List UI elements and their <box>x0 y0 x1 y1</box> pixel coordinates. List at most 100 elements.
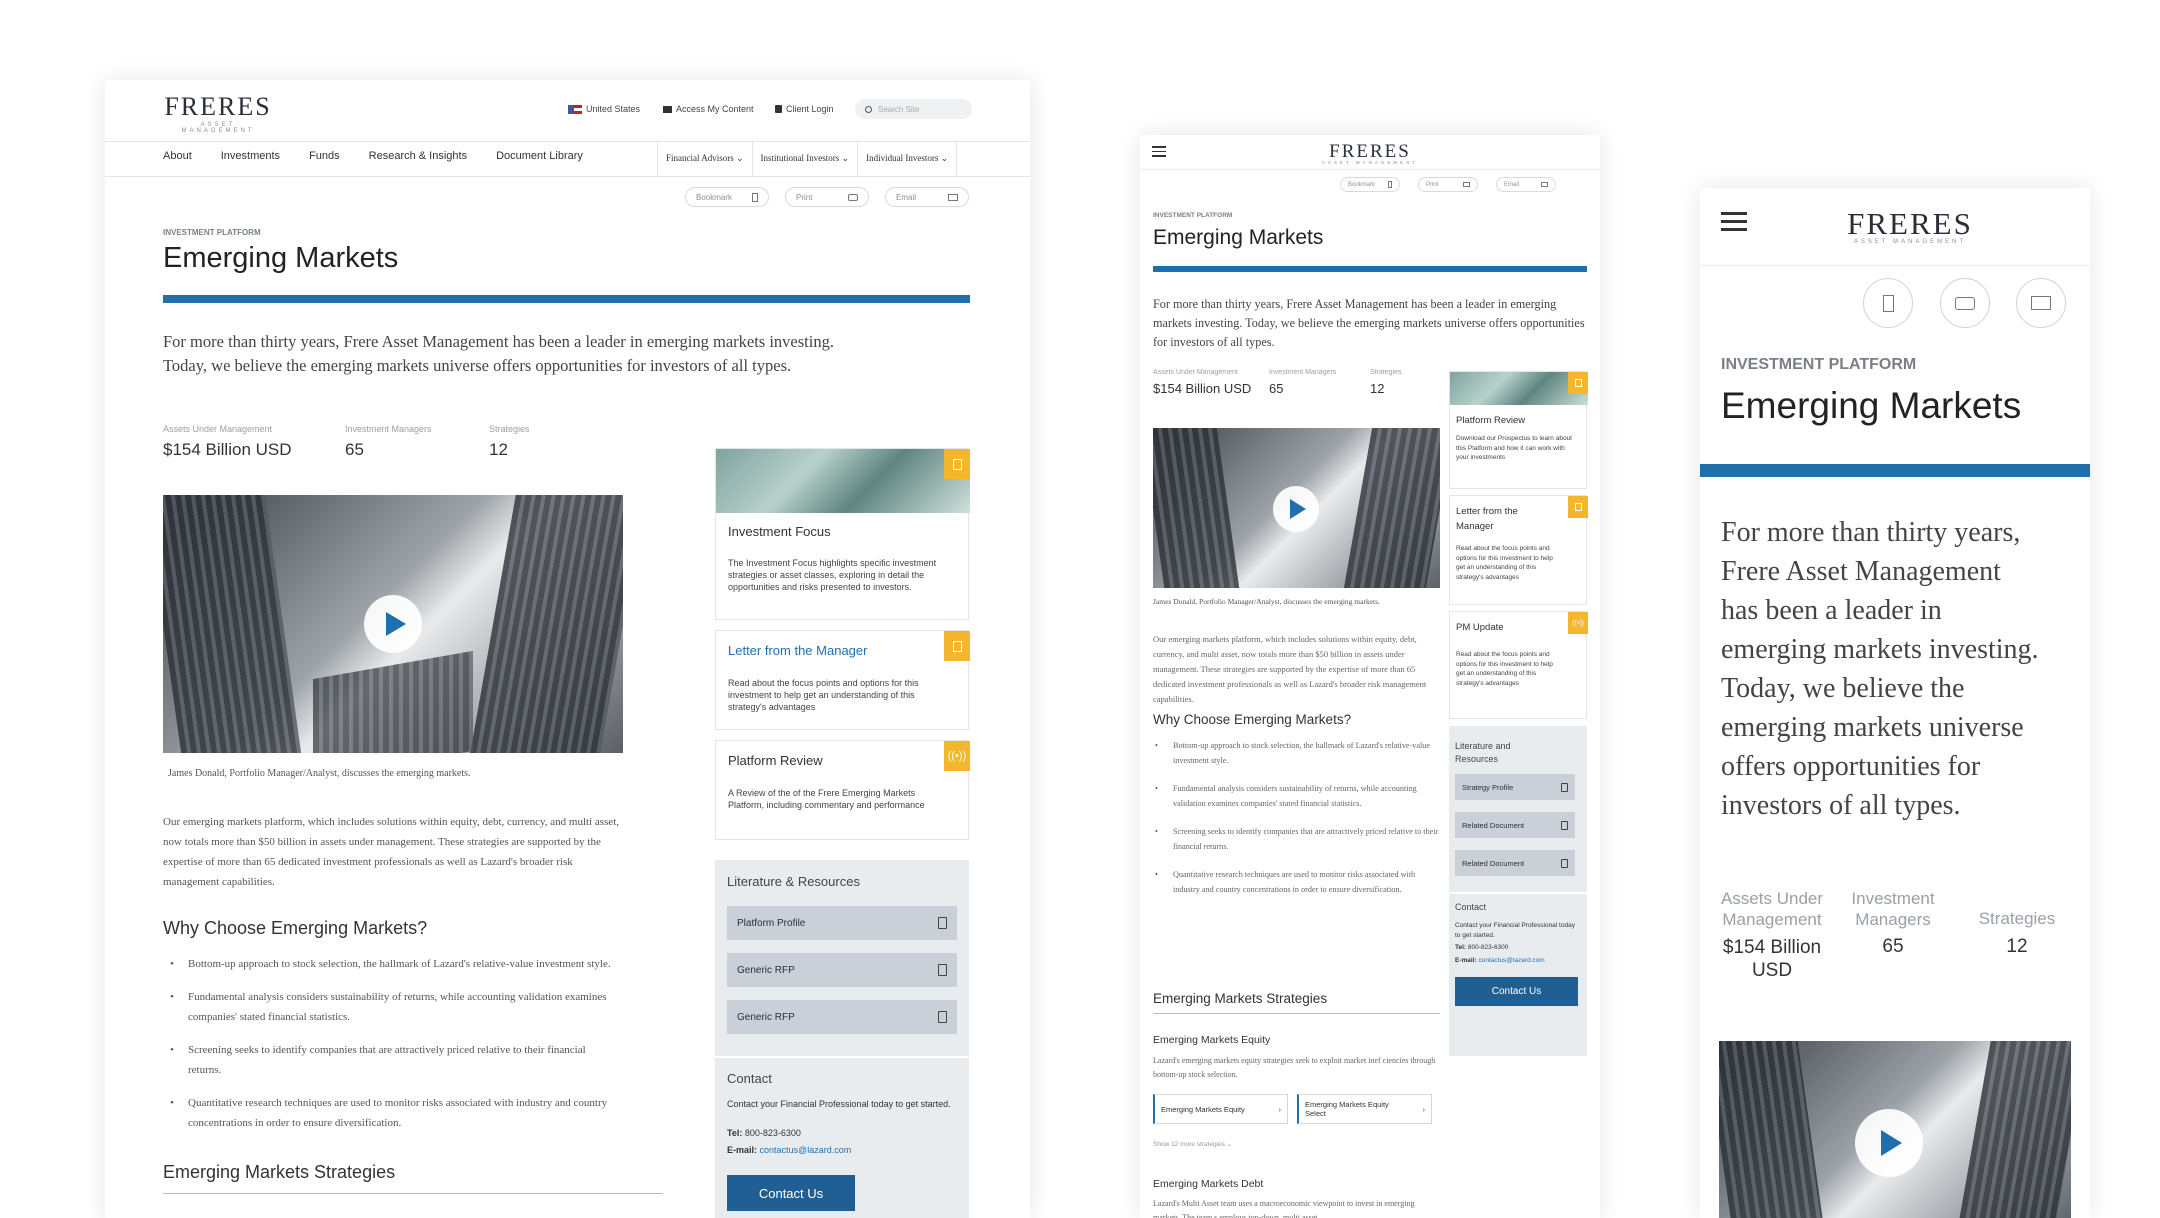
bookmark-icon <box>1388 181 1392 188</box>
audience-individual[interactable]: Individual Investors ⌄ <box>857 142 958 176</box>
strategy-chip[interactable]: Emerging Markets Equity › <box>1153 1094 1288 1124</box>
intro-line: Frere Asset Management <box>1721 556 2001 587</box>
print-button[interactable]: Print <box>785 187 869 207</box>
bookmark-button[interactable]: Bookmark <box>685 187 769 207</box>
lock-icon <box>775 105 782 113</box>
page-intro: For more than thirty years, Frere Asset … <box>163 332 834 375</box>
email-label: Email <box>896 192 917 202</box>
contact-us-button[interactable]: Contact Us <box>727 1175 855 1211</box>
document-icon <box>938 917 947 929</box>
document-icon <box>1574 379 1582 387</box>
card-doc-badge <box>944 449 970 479</box>
contact-heading: Contact <box>1455 902 1487 912</box>
brand-logo[interactable]: FRERES ASSET MANAGEMENT <box>1320 142 1420 166</box>
equity-title[interactable]: Emerging Markets Equity <box>1153 1034 1270 1046</box>
show-more-strategies[interactable]: Show 12 more strategies ⌄ <box>1153 1140 1232 1148</box>
strategies-divider <box>163 1193 663 1194</box>
card-letter-manager[interactable]: Letter from the Manager Read about the f… <box>1449 495 1588 605</box>
audience-institutional[interactable]: Institutional Investors ⌄ <box>751 142 858 176</box>
nav-about[interactable]: About <box>163 150 192 162</box>
menu-icon[interactable] <box>1152 146 1166 157</box>
email-button[interactable] <box>2016 278 2066 328</box>
document-icon <box>1574 503 1582 511</box>
doc-label: Related Document <box>1462 820 1525 830</box>
search-input[interactable]: Search Site <box>855 99 972 119</box>
stat-aum-value: $154 Billion USD <box>1153 381 1252 396</box>
document-icon <box>938 1011 947 1023</box>
utility-country[interactable]: United States <box>568 104 640 114</box>
print-button[interactable]: Print <box>1418 177 1478 192</box>
email-link[interactable]: contactus@lazard.com <box>760 1145 852 1155</box>
email-button[interactable]: Email <box>1496 177 1556 192</box>
card-audio-badge: ((•)) <box>944 741 970 771</box>
chevron-down-icon: ⌄ <box>841 153 850 163</box>
email-button[interactable]: Email <box>885 187 969 207</box>
stat-managers-label: Investment Managers <box>345 424 432 434</box>
intro-line: offers opportunities for <box>1721 751 1981 782</box>
card-text: Read about the focus points and options … <box>1456 545 1553 581</box>
bookmark-button[interactable] <box>1863 278 1913 328</box>
intro-line: Today, we believe the <box>1721 673 1965 704</box>
email-link[interactable]: contactus@lazard.com <box>1478 957 1544 964</box>
email-label: E-mail: <box>727 1145 758 1155</box>
video-player[interactable] <box>1153 428 1440 588</box>
doc-related-document[interactable]: Related Document <box>1455 850 1575 876</box>
doc-related-document[interactable]: Related Document <box>1455 812 1575 838</box>
strategies-heading: Emerging Markets Strategies <box>163 1162 396 1182</box>
play-button[interactable] <box>1855 1109 1923 1177</box>
email-label: Email <box>1504 181 1520 188</box>
page-intro: For more than thirty years, Frere Asset … <box>1153 297 1585 349</box>
stat-managers-value: 65 <box>345 440 364 459</box>
card-title: PM Update <box>1456 622 1504 633</box>
card-letter-manager[interactable]: Letter from the Manager Read about the f… <box>715 630 970 730</box>
card-investment-focus[interactable]: Investment Focus The Investment Focus hi… <box>715 448 970 620</box>
page-kicker: INVESTMENT PLATFORM <box>163 228 261 237</box>
menu-icon[interactable] <box>1721 212 1747 231</box>
utility-login[interactable]: Client Login <box>775 104 834 114</box>
card-platform-review[interactable]: Platform Review Download our Prospectus … <box>1449 371 1588 489</box>
play-button[interactable] <box>364 595 422 653</box>
document-icon <box>952 640 962 652</box>
nav-research[interactable]: Research & Insights <box>369 150 467 162</box>
building-left <box>163 495 302 753</box>
why-bullet: Screening seeks to identify companies th… <box>1155 824 1443 854</box>
country-label: United States <box>586 104 641 114</box>
header-divider <box>1700 265 2090 266</box>
strategy-chip[interactable]: Emerging Markets Equity Select › <box>1297 1094 1432 1124</box>
card-text: Read about the focus points and options … <box>728 678 919 712</box>
video-player[interactable] <box>1719 1041 2071 1218</box>
label-line: Management <box>1722 910 1822 929</box>
nav-funds[interactable]: Funds <box>309 150 340 162</box>
tel-value: 800-823-6300 <box>744 1128 801 1138</box>
contact-us-button[interactable]: Contact Us <box>1455 977 1578 1006</box>
play-button[interactable] <box>1273 486 1319 532</box>
doc-label: Platform Profile <box>737 917 806 929</box>
nav-library[interactable]: Document Library <box>496 150 583 162</box>
nav-investments[interactable]: Investments <box>221 150 280 162</box>
bookmark-button[interactable]: Bookmark <box>1340 177 1400 192</box>
play-icon <box>1881 1130 1902 1156</box>
card-text: Read about the focus points and options … <box>1456 651 1553 687</box>
title-accent-bar <box>1153 266 1587 272</box>
show-more-label: Show 12 more strategies <box>1153 1141 1225 1148</box>
video-player[interactable] <box>163 495 623 753</box>
print-label: Print <box>1426 181 1439 188</box>
body-text: Our emerging markets platform, which inc… <box>1153 634 1427 704</box>
doc-generic-rfp[interactable]: Generic RFP <box>727 953 957 987</box>
bookmark-label: Bookmark <box>1348 181 1376 188</box>
building-right <box>470 495 623 753</box>
print-button[interactable] <box>1940 278 1990 328</box>
card-pm-update[interactable]: ((•)) PM Update Read about the focus poi… <box>1449 611 1588 719</box>
building-bottom <box>313 650 473 753</box>
brand-logo[interactable]: FRERES ASSET MANAGEMENT <box>1840 208 1980 245</box>
card-platform-review[interactable]: ((•)) Platform Review A Review of the of… <box>715 740 970 840</box>
utility-access[interactable]: Access My Content <box>663 104 754 114</box>
doc-generic-rfp[interactable]: Generic RFP <box>727 1000 957 1034</box>
brand-tagline: ASSET MANAGEMENT <box>1321 160 1419 165</box>
debt-title[interactable]: Emerging Markets Debt <box>1153 1178 1263 1190</box>
access-label: Access My Content <box>676 104 754 114</box>
brand-logo[interactable]: FRERES ASSET MANAGEMENT <box>163 94 273 135</box>
audience-advisors[interactable]: Financial Advisors ⌄ <box>657 142 752 176</box>
doc-platform-profile[interactable]: Platform Profile <box>727 906 957 940</box>
doc-strategy-profile[interactable]: Strategy Profile <box>1455 774 1575 800</box>
